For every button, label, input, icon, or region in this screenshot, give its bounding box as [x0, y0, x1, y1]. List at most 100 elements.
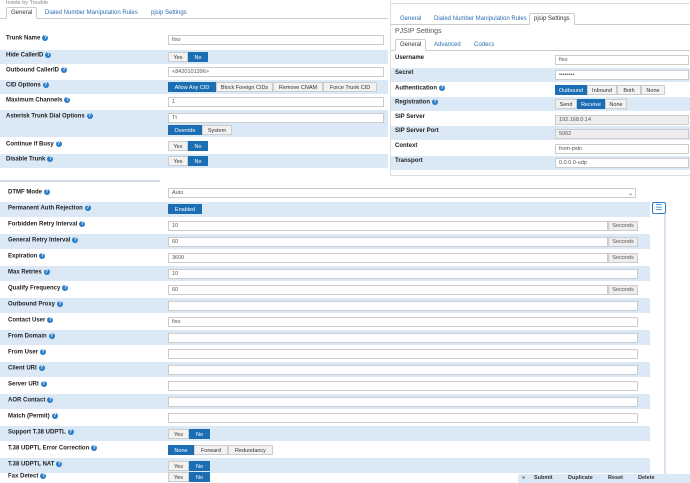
cid-remove-cnam-button[interactable]: Remove CNAM [273, 82, 323, 92]
username-input[interactable]: fixo [555, 55, 689, 65]
auth-both-button[interactable]: Both [617, 85, 641, 95]
registration-receive-button[interactable]: Receive [577, 99, 605, 109]
dial-options-system[interactable]: System [202, 125, 232, 135]
help-icon[interactable]: ? [51, 413, 58, 419]
aor-contact-input[interactable] [168, 397, 638, 407]
help-icon[interactable]: ? [47, 317, 54, 323]
maximum-channels-input[interactable]: 1 [168, 97, 384, 107]
secret-input[interactable]: •••••••• [555, 70, 689, 80]
help-icon[interactable]: ? [64, 97, 71, 103]
tab-pjsip-settings[interactable]: pjsip Settings [529, 13, 575, 25]
disable-trunk-no[interactable]: No [188, 156, 208, 166]
permanent-auth-enabled-button[interactable]: Enabled [168, 204, 202, 214]
secret-label: Secret [395, 70, 414, 76]
cid-block-foreign-button[interactable]: Block Foreign CIDs [216, 82, 273, 92]
help-icon[interactable]: ? [56, 461, 63, 467]
help-icon[interactable]: ? [47, 156, 54, 162]
subtab-general[interactable]: General [395, 39, 427, 51]
registration-send-button[interactable]: Send [555, 99, 577, 109]
forbidden-retry-input[interactable]: 10 [168, 221, 608, 231]
help-icon[interactable]: ? [40, 473, 47, 479]
registration-none-button[interactable]: None [605, 99, 627, 109]
dtmf-mode-select[interactable]: Auto ⌄ [168, 188, 636, 198]
disable-trunk-yes[interactable]: Yes [168, 156, 188, 166]
hide-callerid-yes[interactable]: Yes [168, 52, 188, 62]
general-retry-input[interactable]: 60 [168, 237, 608, 247]
cid-force-trunk-button[interactable]: Force Trunk CID [323, 82, 377, 92]
contact-user-input[interactable]: fixo [168, 317, 638, 327]
fax-detect-no[interactable]: No [189, 472, 210, 482]
t38-nat-no[interactable]: No [189, 461, 210, 471]
help-icon[interactable]: ? [48, 333, 55, 339]
auth-inbound-button[interactable]: Inbound [587, 85, 617, 95]
expiration-input[interactable]: 3600 [168, 253, 608, 263]
submit-button[interactable]: Submit [534, 475, 553, 481]
outbound-proxy-input[interactable] [168, 301, 638, 311]
fax-detect-yes[interactable]: Yes [168, 472, 189, 482]
subtab-advanced[interactable]: Advanced [429, 39, 466, 51]
auth-outbound-button[interactable]: Outbound [555, 85, 587, 95]
help-icon[interactable]: ? [40, 349, 47, 355]
support-t38-yes[interactable]: Yes [168, 429, 189, 439]
from-user-input[interactable] [168, 349, 638, 359]
help-icon[interactable]: ? [86, 113, 93, 119]
help-icon[interactable]: ? [67, 429, 74, 435]
help-icon[interactable]: ? [84, 205, 91, 211]
tab-pjsip-settings[interactable]: pjsip Settings [146, 7, 192, 19]
outbound-callerid-input[interactable]: <8420101396> [168, 67, 384, 77]
help-icon[interactable]: ? [61, 67, 67, 73]
tab-general[interactable]: General [395, 13, 426, 25]
match-permit-input[interactable] [168, 413, 638, 423]
sip-server-input[interactable]: 192.168.0.14 [555, 115, 689, 125]
tab-general[interactable]: General [6, 7, 38, 19]
qualify-frequency-input[interactable]: 60 [168, 285, 608, 295]
help-icon[interactable]: ? [39, 253, 46, 259]
trunk-name-input[interactable]: fixo [168, 35, 384, 45]
help-icon[interactable]: ? [72, 237, 79, 243]
hide-callerid-no[interactable]: No [188, 52, 208, 62]
help-icon[interactable]: ? [57, 301, 63, 307]
dial-options-override[interactable]: Override [168, 125, 202, 135]
help-icon[interactable]: ? [79, 221, 86, 227]
tab-dialed-number-rules[interactable]: Dialed Number Manipulation Rules [40, 7, 143, 19]
help-icon[interactable]: ? [43, 269, 50, 275]
max-retries-input[interactable]: 10 [168, 269, 638, 279]
help-icon[interactable]: ? [42, 35, 49, 41]
help-icon[interactable]: ? [439, 85, 445, 91]
help-icon[interactable]: ? [42, 82, 49, 88]
continue-busy-yes[interactable]: Yes [168, 141, 188, 151]
dial-options-input[interactable]: Tt [168, 113, 384, 123]
subtab-codecs[interactable]: Codecs [469, 39, 499, 51]
server-uri-input[interactable] [168, 381, 638, 391]
action-bar-toggle[interactable]: » [522, 475, 525, 481]
auth-none-button[interactable]: None [641, 85, 665, 95]
help-icon[interactable]: ? [45, 52, 52, 58]
help-icon[interactable]: ? [40, 381, 47, 387]
help-icon[interactable]: ? [62, 285, 69, 291]
t38-nat-yes[interactable]: Yes [168, 461, 189, 471]
help-icon[interactable]: ? [47, 397, 54, 403]
help-icon[interactable]: ? [38, 365, 45, 371]
t38-ec-redundancy-button[interactable]: Redundancy [228, 445, 273, 455]
sidebar-toggle[interactable]: ☰ [652, 202, 666, 214]
duplicate-button[interactable]: Duplicate [568, 475, 593, 481]
support-t38-no[interactable]: No [189, 429, 210, 439]
help-icon[interactable]: ? [55, 141, 62, 147]
delete-button[interactable]: Delete [638, 475, 655, 481]
t38-ec-none-button[interactable]: None [168, 445, 194, 455]
help-icon[interactable]: ? [91, 445, 98, 451]
general-retry-label: General Retry Interval? [8, 237, 79, 244]
transport-select[interactable]: 0.0.0.0-udp [555, 158, 689, 168]
help-icon[interactable]: ? [432, 99, 439, 105]
t38-ec-forward-button[interactable]: Forward [194, 445, 228, 455]
tab-dialed-number-rules[interactable]: Dialed Number Manipulation Rules [429, 13, 532, 25]
context-input[interactable]: from-pstn [555, 144, 689, 154]
from-domain-input[interactable] [168, 333, 638, 343]
help-icon[interactable]: ? [44, 189, 50, 195]
client-uri-input[interactable] [168, 365, 638, 375]
pjsip-subtabs: General Advanced Codecs [391, 37, 690, 51]
continue-busy-no[interactable]: No [188, 141, 208, 151]
cid-allow-any-button[interactable]: Allow Any CID [168, 82, 216, 92]
reset-button[interactable]: Reset [608, 475, 623, 481]
sip-server-port-input[interactable]: 5062 [555, 129, 689, 139]
